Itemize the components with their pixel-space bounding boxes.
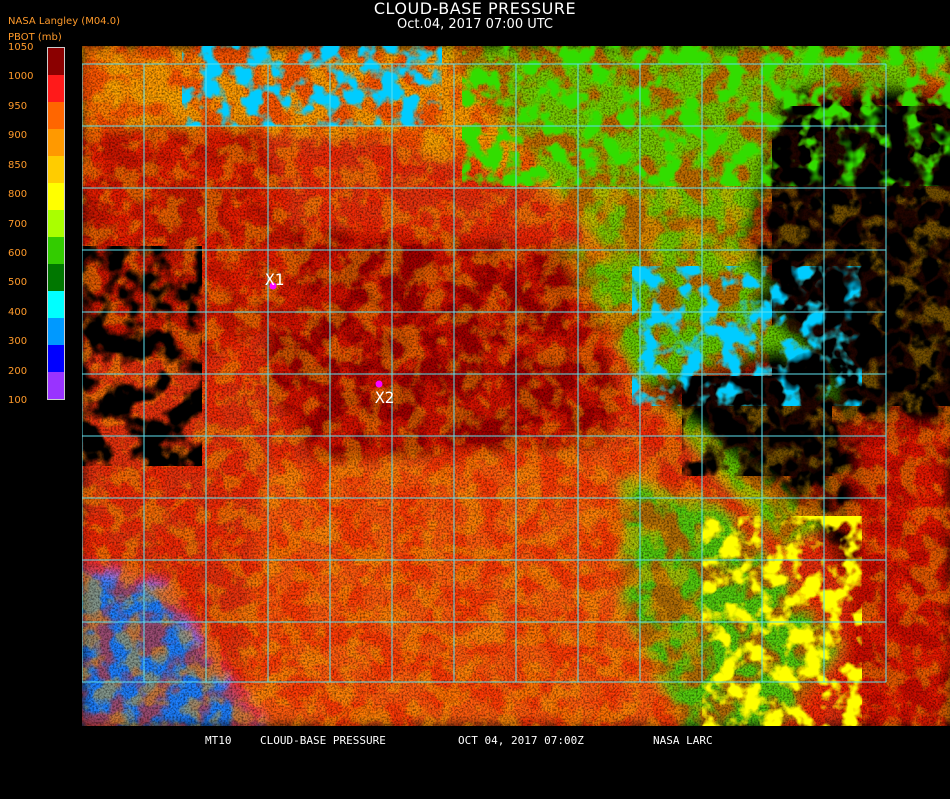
footer-agency: NASA LARC: [653, 734, 713, 747]
legend-tick-label: 900: [8, 130, 28, 142]
footer-satellite: MT10: [205, 734, 232, 747]
legend-tick-label: 400: [8, 306, 28, 318]
legend-tick-label: 950: [8, 100, 28, 112]
legend-tick-label: 200: [8, 365, 28, 377]
legend-tick-label: 1000: [8, 71, 34, 83]
legend-tick-label: 850: [8, 159, 28, 171]
footer-datetime: OCT 04, 2017 07:00Z: [458, 734, 584, 747]
map-subtitle: Oct.04, 2017 07:00 UTC: [397, 17, 553, 32]
marker-x1: X1: [265, 270, 284, 290]
legend-tick-label: 700: [8, 218, 28, 230]
marker-x2-label: X2: [375, 388, 394, 407]
source-label: NASA Langley (M04.0): [8, 16, 120, 27]
legend-tick-label: 600: [8, 247, 28, 259]
legend-tick-label: 1050: [8, 42, 34, 53]
color-scale-bar: [47, 47, 65, 400]
footer-bar: MT10 CLOUD-BASE PRESSURE OCT 04, 2017 07…: [0, 734, 950, 799]
marker-x2-dot: [375, 380, 383, 388]
satellite-map: X1 X2: [82, 46, 950, 726]
map-title: CLOUD-BASE PRESSURE: [373, 0, 577, 18]
legend-tick-label: 100: [8, 395, 28, 406]
marker-x1-label: X1: [265, 270, 284, 289]
legend-tick-label: 800: [8, 189, 28, 201]
footer-product: CLOUD-BASE PRESSURE: [260, 734, 386, 747]
legend-tick-label: 500: [8, 277, 28, 289]
legend-tick-label: 300: [8, 336, 28, 348]
